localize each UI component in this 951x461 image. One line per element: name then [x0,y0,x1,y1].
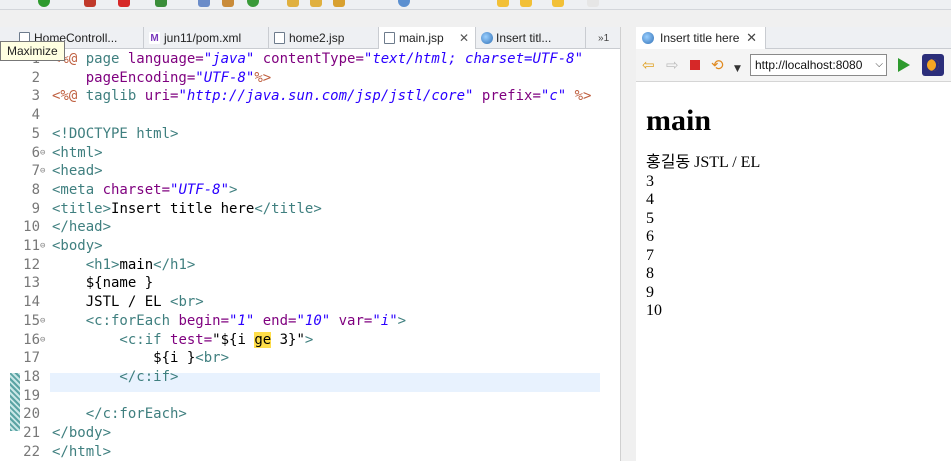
open-type-icon[interactable] [310,0,322,7]
browser-page-content: main 홍길동 JSTL / EL 3 4 5 6 7 8 9 10 [636,82,951,461]
code-line: ${i }<br> [52,350,230,367]
new-package-icon[interactable] [222,0,234,7]
jsp-file-icon [384,32,395,44]
tab-label: Insert titl... [496,31,552,45]
maximize-tooltip: Maximize [0,41,65,61]
browser-tab-bar: Insert title here ✕ [636,27,951,49]
tab-main-jsp[interactable]: main.jsp ✕ [379,27,476,49]
maven-file-icon: M [149,32,160,44]
tab-label: jun11/pom.xml [164,31,242,45]
prev-annotation-icon[interactable] [520,0,532,7]
code-line: <body> [52,238,103,254]
code-line: <c:if test="${i ge 3}"> [52,331,314,348]
output-line: 4 [646,191,654,208]
globe-toolbar-icon[interactable] [398,0,410,7]
chevron-down-icon[interactable]: ⌵ [875,55,883,75]
forward-icon[interactable] [587,0,599,7]
back-icon[interactable] [552,0,564,7]
code-line: <title>Insert title here</title> [52,200,322,217]
code-line: </c:forEach> [52,406,187,423]
close-icon[interactable]: ✕ [459,31,469,45]
code-line: </c:if> [52,368,179,385]
code-line: <!DOCTYPE html> [52,125,179,142]
code-line: </html> [52,443,112,460]
open-external-browser-icon[interactable] [922,54,944,76]
code-line: <%@ page language="java" contentType="te… [52,51,584,67]
refresh-icon[interactable] [247,0,259,7]
code-line: <h1>main</h1> [52,256,196,273]
output-line: 5 [646,209,654,227]
close-icon[interactable]: ✕ [746,30,757,46]
main-toolbar [0,0,951,10]
code-line: <%@ taglib uri="http://java.sun.com/jsp/… [52,88,592,105]
overflow-count: 1 [603,33,610,44]
code-line: JSTL / EL <br> [52,294,204,311]
code-line: </body> [52,425,112,441]
browser-nav-bar: ⇦ ⇨ ⟲ ▼ http://localhost:8080 ⌵ [636,49,951,82]
tab-label: main.jsp [399,31,444,45]
panel-sash[interactable] [620,27,635,461]
output-line: 3 [646,172,654,190]
eclipse-window: HomeControll... M jun11/pom.xml home2.js… [0,0,951,461]
search-match-highlight: ge [254,331,272,348]
run-icon[interactable] [38,0,50,7]
output-line: 홍길동 JSTL / EL [646,154,761,171]
code-line: <head> [52,163,103,180]
refresh-icon[interactable]: ⟲ [711,57,724,73]
output-line: 8 [646,265,654,282]
tab-label: Insert title here [660,31,740,45]
code-line: </head> [52,219,112,236]
forward-arrow-icon[interactable]: ⇨ [666,57,679,73]
code-line: ${name } [52,275,154,292]
line-number: 19 [23,387,40,404]
external-tools-icon[interactable] [155,0,167,7]
tab-pom-xml[interactable]: M jun11/pom.xml [144,27,269,49]
output-line: 7 [646,246,654,264]
search-icon[interactable] [333,0,345,7]
editor-tab-bar: HomeControll... M jun11/pom.xml home2.js… [0,27,620,49]
go-icon[interactable] [898,58,910,72]
page-heading: main [646,104,712,137]
open-folder-icon[interactable] [287,0,299,7]
line-number: 4 [31,107,40,124]
code-line: <c:forEach begin="1" end="10" var="i"> [52,312,407,329]
output-line: 6 [646,228,654,245]
code-line: <meta charset="UTF-8"> [52,181,238,198]
tab-browser-insert-title[interactable]: Insert title here ✕ [636,27,766,49]
stop-icon[interactable] [118,0,130,7]
chevron-down-icon[interactable]: ▼ [734,61,741,77]
tab-overflow-button[interactable]: »1 [598,33,609,44]
globe-icon [481,32,493,44]
back-arrow-icon[interactable]: ⇦ [642,57,655,73]
output-line: 10 [646,302,662,319]
code-editor[interactable]: 1 2 3 4 5 6⊖ 7⊖ 8 9 10 11⊖ 12 13 14 15⊖ … [0,49,620,461]
new-class-icon[interactable] [198,0,210,7]
code-line: pageEncoding="UTF-8"%> [52,69,272,86]
tab-label: home2.jsp [289,31,345,45]
code-line: <html> [52,144,103,161]
stop-icon[interactable] [690,60,700,70]
debug-icon[interactable] [84,0,96,7]
output-line: 9 [646,283,654,301]
tab-home2-jsp[interactable]: home2.jsp [269,27,379,49]
url-input[interactable]: http://localhost:8080 ⌵ [750,54,887,76]
next-annotation-icon[interactable] [497,0,509,7]
url-text: http://localhost:8080 [755,58,863,72]
globe-icon [642,32,654,44]
jsp-file-icon [274,32,285,44]
tab-insert-title[interactable]: Insert titl... [476,27,586,49]
